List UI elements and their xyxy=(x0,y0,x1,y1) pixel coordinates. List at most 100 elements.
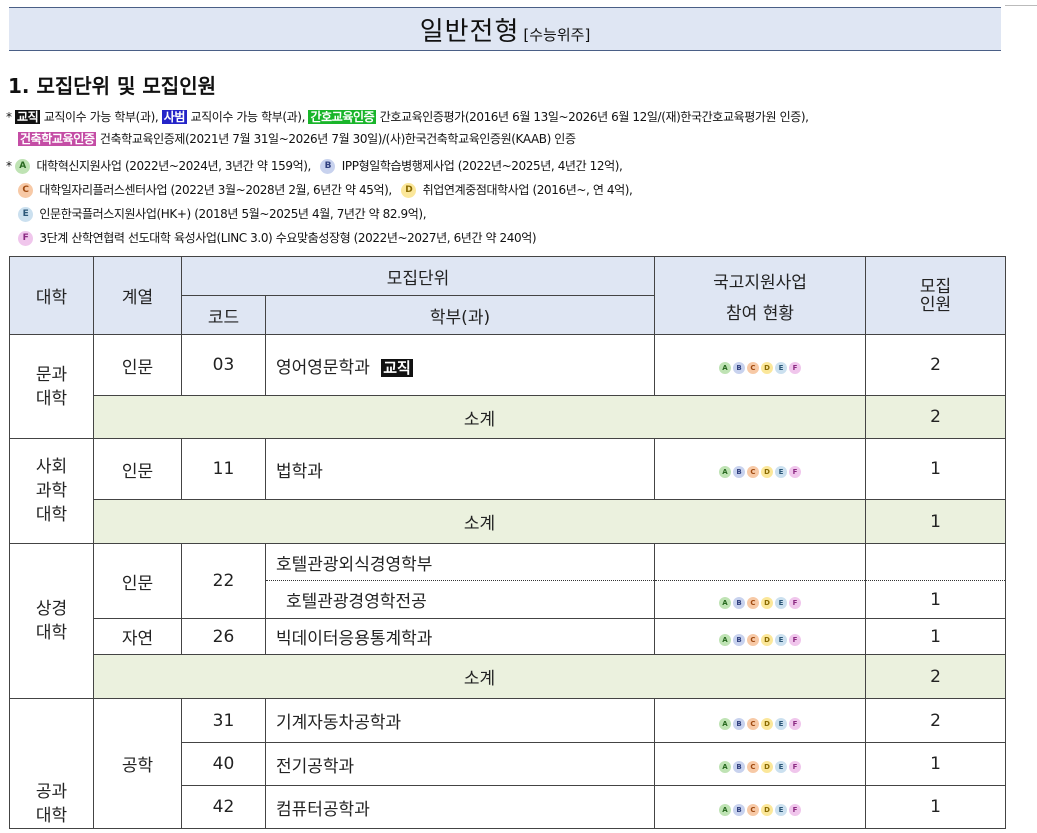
project-e-icon: E xyxy=(18,207,33,222)
dept-cell: 영어영문학과 교직 xyxy=(265,334,655,396)
table-row: 공과 대학 공학 31 기계자동차공학과 ABCDEF 2 xyxy=(9,698,1006,829)
project-b-dot-icon: B xyxy=(733,804,745,816)
code-cell: 03 xyxy=(181,334,266,396)
project-a-dot-icon: A xyxy=(719,466,731,478)
note-line-5: E 인문한국플러스지원사업(HK+) (2018년 5월~2025년 4월, 7… xyxy=(18,204,427,224)
project-a-dot-icon: A xyxy=(719,761,731,773)
project-dots-cell: ABCDEF xyxy=(654,580,866,619)
project-b-dot-icon: B xyxy=(733,717,745,730)
projects-header-line1: 국고지원사업 xyxy=(713,272,807,293)
quota-cell: 1 xyxy=(865,742,1006,786)
project-f-dot-icon: F xyxy=(789,596,801,609)
note-bullet: * xyxy=(6,110,12,124)
major-cell: 호텔관광경영학전공 xyxy=(265,580,655,619)
subtotal-label: 소계 xyxy=(93,499,866,544)
note-text: 교직이수 가능 학부(과), xyxy=(43,110,159,124)
table-row: 상경 대학 인문 22 호텔관광외식경영학부 xyxy=(9,543,1006,699)
project-b-dot-icon: B xyxy=(733,466,745,478)
project-a-dot-icon: A xyxy=(719,804,731,816)
quota-header-line1: 모집 xyxy=(919,276,952,297)
college-line: 공과 xyxy=(35,782,68,802)
note-line-1: * 교직 교직이수 가능 학부(과), 사범 교직이수 가능 학부(과), 간호… xyxy=(6,107,809,127)
college-line: 대학 xyxy=(35,806,68,826)
dept-cell: 전기공학과 xyxy=(265,742,655,786)
college-cell: 상경 대학 xyxy=(9,543,94,699)
col-header-projects: 국고지원사업 참여 현황 xyxy=(654,256,866,335)
college-line: 사회 xyxy=(35,457,68,477)
project-b-icon: B xyxy=(320,159,336,174)
project-d-dot-icon: D xyxy=(761,804,773,816)
code-cell: 26 xyxy=(181,618,266,655)
project-c-dot-icon: C xyxy=(747,804,759,816)
college-line: 대학 xyxy=(35,505,68,525)
project-d-dot-icon: D xyxy=(761,633,773,646)
banner-subtitle: [수능위주] xyxy=(523,25,591,44)
page-edge-line xyxy=(1005,5,1037,6)
college-cell: 공과 대학 xyxy=(9,698,94,829)
project-c-dot-icon: C xyxy=(747,466,759,478)
quota-cell xyxy=(865,543,1006,581)
table-row: 문과 대학 인문 03 영어영문학과 교직 ABCDEF 2 xyxy=(9,334,1006,439)
code-cell: 22 xyxy=(181,543,266,619)
quota-cell: 1 xyxy=(865,580,1006,619)
note-text: 간호교육인증평가(2016년 6월 13일~2026년 6월 12일/(재)한국… xyxy=(379,110,809,124)
dept-name: 영어영문학과 xyxy=(276,357,370,378)
subtotal-value: 2 xyxy=(865,395,1006,439)
project-c-dot-icon: C xyxy=(747,717,759,730)
tag-teaching: 교직 xyxy=(15,110,41,124)
subtotal-row: 소계 2 xyxy=(10,395,1006,439)
col-header-college: 대학 xyxy=(9,256,94,335)
project-d-dot-icon: D xyxy=(761,596,773,609)
track-cell: 공학 xyxy=(93,698,182,829)
note-line-2: 건축학교육인증 건축학교육인증제(2021년 7월 31일~2026년 7월 3… xyxy=(18,129,576,149)
project-dots-cell: ABCDEF xyxy=(654,698,866,743)
table-row: 자연 26 빅데이터응용통계학과 ABCDEF 1 xyxy=(10,618,1006,655)
project-b-dot-icon: B xyxy=(733,633,745,646)
project-text: 3단계 산학연협력 선도대학 육성사업(LINC 3.0) 수요맞춤성장형 (2… xyxy=(39,231,537,245)
project-text: 인문한국플러스지원사업(HK+) (2018년 5월~2025년 4월, 7년간… xyxy=(39,207,427,221)
tag-sabeom: 사범 xyxy=(161,110,188,124)
quota-cell: 1 xyxy=(865,785,1006,829)
quota-cell: 1 xyxy=(865,618,1006,655)
project-dots: ABCDEF xyxy=(719,596,801,609)
project-e-dot-icon: E xyxy=(775,804,787,816)
college-line: 대학 xyxy=(35,623,68,643)
project-dots-cell: ABCDEF xyxy=(654,618,866,655)
col-header-unit: 모집단위 xyxy=(181,256,655,296)
quota-header-line2: 인원 xyxy=(919,294,952,315)
project-text: IPP형일학습병행제사업 (2022년~2025년, 4년간 12억), xyxy=(341,159,623,173)
project-dots: ABCDEF xyxy=(719,761,801,773)
code-cell: 42 xyxy=(181,785,266,829)
project-e-dot-icon: E xyxy=(775,717,787,730)
subtotal-label: 소계 xyxy=(93,395,866,439)
college-line: 과학 xyxy=(35,481,68,501)
project-d-dot-icon: D xyxy=(761,466,773,478)
project-f-dot-icon: F xyxy=(789,362,801,374)
quota-cell: 1 xyxy=(865,438,1006,500)
project-d-dot-icon: D xyxy=(761,761,773,773)
project-f-icon: F xyxy=(18,231,33,246)
projects-header-line2: 참여 현황 xyxy=(726,303,794,324)
dept-cell: 컴퓨터공학과 xyxy=(265,785,655,829)
project-e-dot-icon: E xyxy=(775,362,787,374)
project-a-dot-icon: A xyxy=(719,362,731,374)
dept-cell: 빅데이터응용통계학과 xyxy=(265,618,655,655)
code-cell: 40 xyxy=(181,742,266,786)
col-header-track: 계열 xyxy=(93,256,182,335)
banner-title: 일반전형 xyxy=(419,16,520,47)
college-cell: 사회 과학 대학 xyxy=(9,438,94,544)
project-c-dot-icon: C xyxy=(747,761,759,773)
project-dots-cell: ABCDEF xyxy=(654,785,866,829)
project-b-dot-icon: B xyxy=(733,761,745,773)
section-heading: 1. 모집단위 및 모집인원 xyxy=(8,74,217,98)
table-row: 사회 과학 대학 인문 11 법학과 ABCDEF 1 xyxy=(9,438,1006,544)
tag-teaching: 교직 xyxy=(381,358,413,377)
section-banner: 일반전형 [수능위주] xyxy=(9,7,1001,51)
college-line: 상경 xyxy=(35,599,68,619)
track-cell: 인문 xyxy=(93,543,182,619)
project-dots: ABCDEF xyxy=(719,466,801,478)
project-dots: ABCDEF xyxy=(719,717,801,730)
project-e-dot-icon: E xyxy=(775,761,787,773)
project-c-dot-icon: C xyxy=(747,633,759,646)
college-line: 대학 xyxy=(35,388,68,409)
